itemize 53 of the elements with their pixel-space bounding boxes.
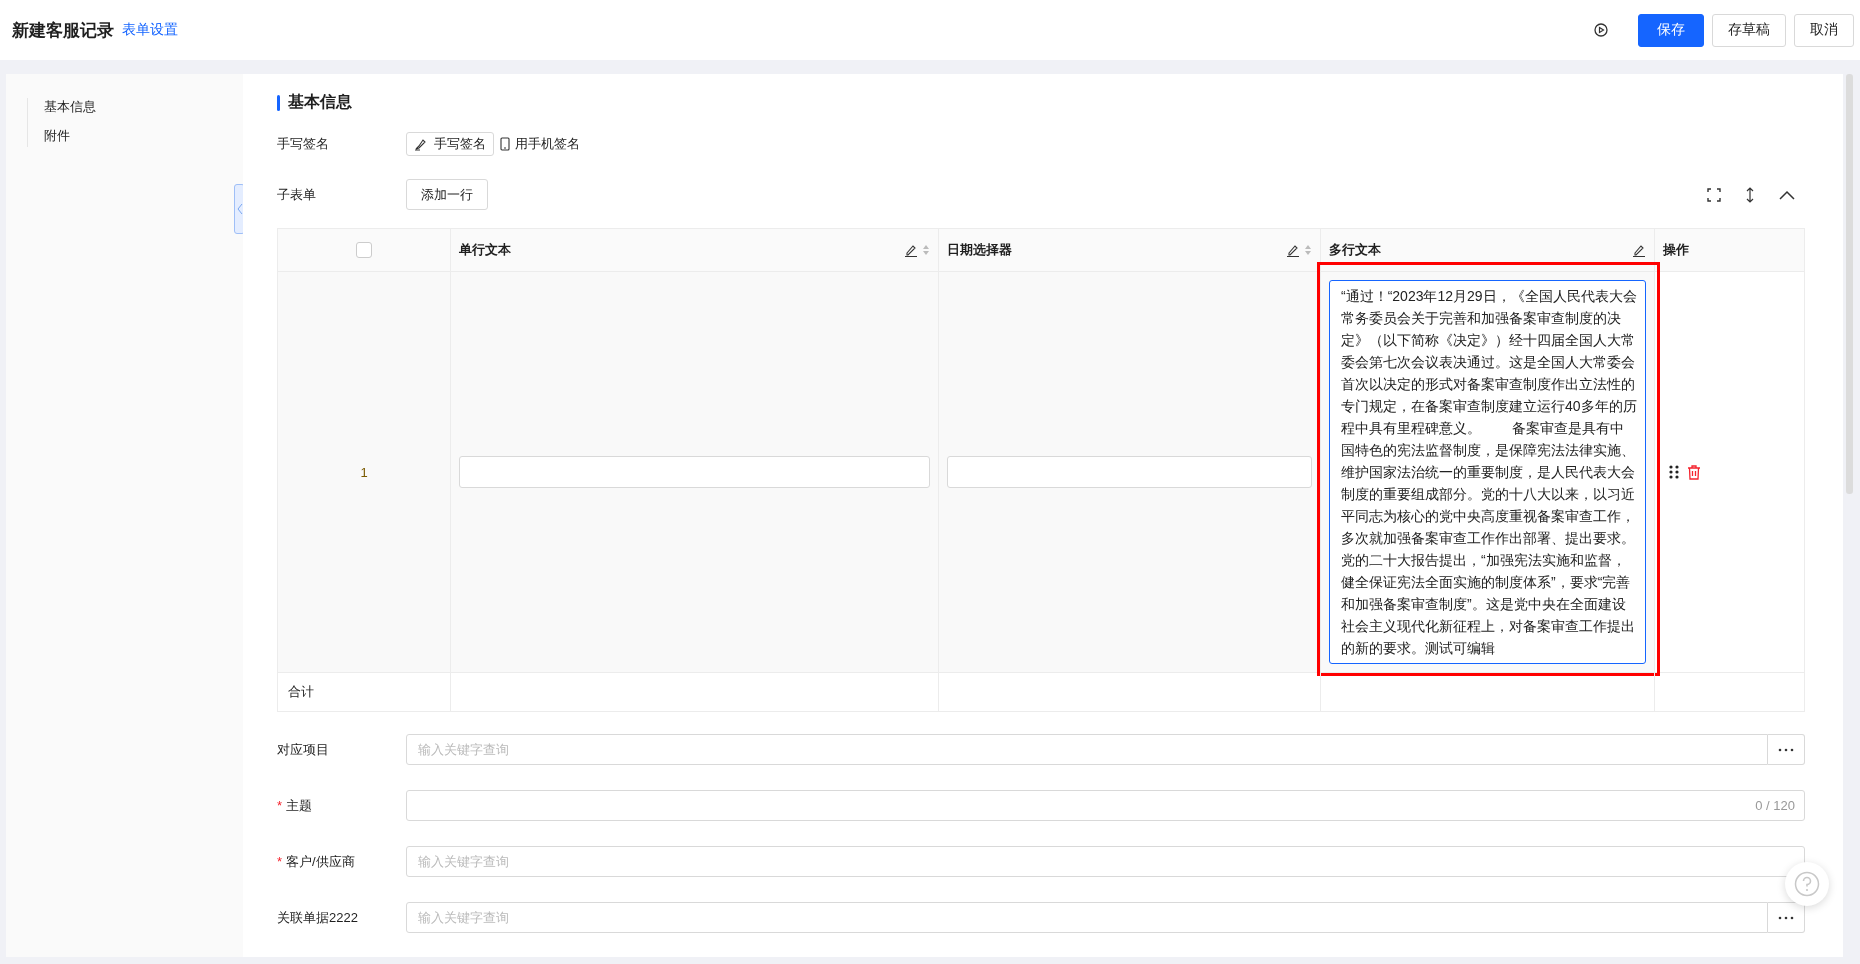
column-header: 日期选择器 (947, 241, 1013, 259)
sort-icon[interactable] (922, 244, 930, 256)
drag-handle-icon[interactable] (1669, 464, 1679, 480)
section-title: 基本信息 (288, 92, 352, 112)
select-all-checkbox[interactable] (356, 242, 372, 258)
sidebar-item[interactable]: 基本信息 (44, 98, 243, 116)
lookup-field[interactable]: 输入关键字查询 (406, 846, 1805, 877)
edit-icon[interactable] (1632, 243, 1646, 257)
more-icon (1778, 747, 1794, 752)
field-label: 对应项目 (277, 740, 330, 759)
column-header: 单行文本 (459, 241, 512, 259)
column-header: 多行文本 (1329, 241, 1382, 259)
handwrite-signature-button[interactable]: 手写签名 (406, 132, 494, 156)
edit-icon[interactable] (1286, 243, 1300, 257)
more-icon (1778, 915, 1794, 920)
date-input[interactable] (947, 456, 1312, 488)
help-button[interactable] (1785, 862, 1829, 906)
more-button[interactable] (1768, 902, 1805, 933)
add-row-button[interactable]: 添加一行 (406, 179, 488, 210)
fullscreen-icon[interactable] (1707, 187, 1721, 202)
chevron-up-icon[interactable] (1779, 189, 1795, 200)
more-button[interactable] (1768, 734, 1805, 765)
form-settings-link[interactable]: 表单设置 (122, 21, 178, 39)
field-label: * 客户/供应商 (277, 852, 356, 871)
phone-signature-button[interactable]: 用手机签名 (500, 135, 580, 153)
pen-icon (414, 137, 428, 151)
total-label: 合计 (288, 683, 314, 701)
sort-icon[interactable] (1304, 244, 1312, 256)
help-icon (1794, 871, 1820, 897)
section-marker (277, 94, 280, 111)
character-counter: 0 / 120 (1755, 798, 1795, 813)
subject-input[interactable] (406, 790, 1805, 821)
edit-icon[interactable] (904, 243, 918, 257)
field-label: 子表单 (277, 185, 317, 204)
lookup-field[interactable]: 输入关键字查询 (406, 734, 1768, 765)
delete-icon[interactable] (1687, 464, 1701, 480)
column-header: 操作 (1663, 241, 1690, 259)
text-input[interactable] (459, 456, 930, 488)
multiline-text-field[interactable]: “通过！“2023年12月29日，《全国人民代表大会常务委员会关于完善和加强备案审查制度的决定》（以下简称《决定》）经十四届全国人大常委会第七次会议表决通过。这是全国人大常委会首次以决定的形式对备案审查制度作出立法性的专门规定，在备案审查制度建立运行40多年的历程中具有里程碑意义。 备案审查是具有中国特色的宪法监督制度，是保障宪法法律实施、维护国家法治统一的重要制度，是人民代表大会制度的重要组成部分。党的十八大以来，以习近平同志为核心的党中央高度重视备案审查工作，多次就加强备案审查工作作出部署、提出要求。党的二十大报告提出，“加强宪法实施和监督，健全保证宪法全面实施的制度体系”，要求“完善和加强备案审查制度”。这是党中央在全面建设社会主义现代化新征程上，对备案审查工作提出的新的要求。测试可编辑 (1329, 280, 1646, 664)
header-button[interactable]: 取消 (1794, 13, 1854, 47)
field-label: 手写签名 (277, 135, 330, 153)
lookup-field[interactable]: 输入关键字查询 (406, 902, 1768, 933)
header-button[interactable]: 保存 (1638, 13, 1704, 47)
field-label: * 主题 (277, 796, 314, 815)
header-button[interactable]: 存草稿 (1712, 13, 1786, 47)
play-icon[interactable] (1594, 23, 1608, 37)
row-number: 1 (360, 464, 368, 480)
chevron-left-icon (236, 203, 243, 215)
field-label: 关联单据2222 (277, 908, 359, 927)
page-title: 新建客服记录 (12, 19, 114, 42)
sidebar-item[interactable]: 附件 (44, 127, 243, 145)
phone-icon (500, 137, 510, 151)
vertical-arrows-icon[interactable] (1745, 186, 1755, 203)
